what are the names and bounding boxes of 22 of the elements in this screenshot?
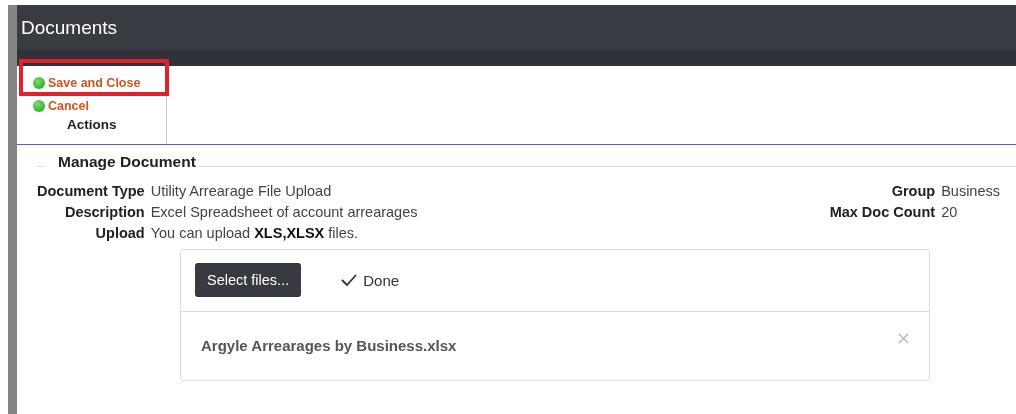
remove-file-icon[interactable]	[898, 333, 909, 344]
field-value: 20	[941, 204, 959, 220]
window-title: Documents	[21, 16, 118, 39]
field-value: Utility Arrearage File Upload	[150, 183, 333, 199]
status-dot-icon	[33, 100, 45, 112]
check-icon	[341, 274, 358, 286]
action-link[interactable]: Save and Close	[33, 76, 166, 90]
field-label: Description	[63, 204, 145, 220]
field-label: Group	[890, 183, 936, 199]
group-label: Actions	[66, 117, 118, 132]
action-link[interactable]: Cancel	[33, 99, 166, 113]
file-name: Argyle Arrearages by Business.xlsx	[201, 337, 457, 354]
field-label: Document Type	[37, 183, 145, 199]
field-label: Max Doc Count	[829, 204, 936, 220]
upload-status: Done	[341, 271, 400, 289]
field-value: Excel Spreadsheet of account arrearages	[150, 204, 418, 220]
section-title: Manage Document	[57, 153, 196, 171]
field-value: You can upload XLS,XLSX files.	[150, 225, 360, 241]
field-label: Upload	[94, 225, 145, 241]
select-files-button[interactable]: Select files...	[195, 263, 302, 297]
field-value: Business	[941, 183, 1000, 199]
status-dot-icon	[33, 77, 45, 89]
